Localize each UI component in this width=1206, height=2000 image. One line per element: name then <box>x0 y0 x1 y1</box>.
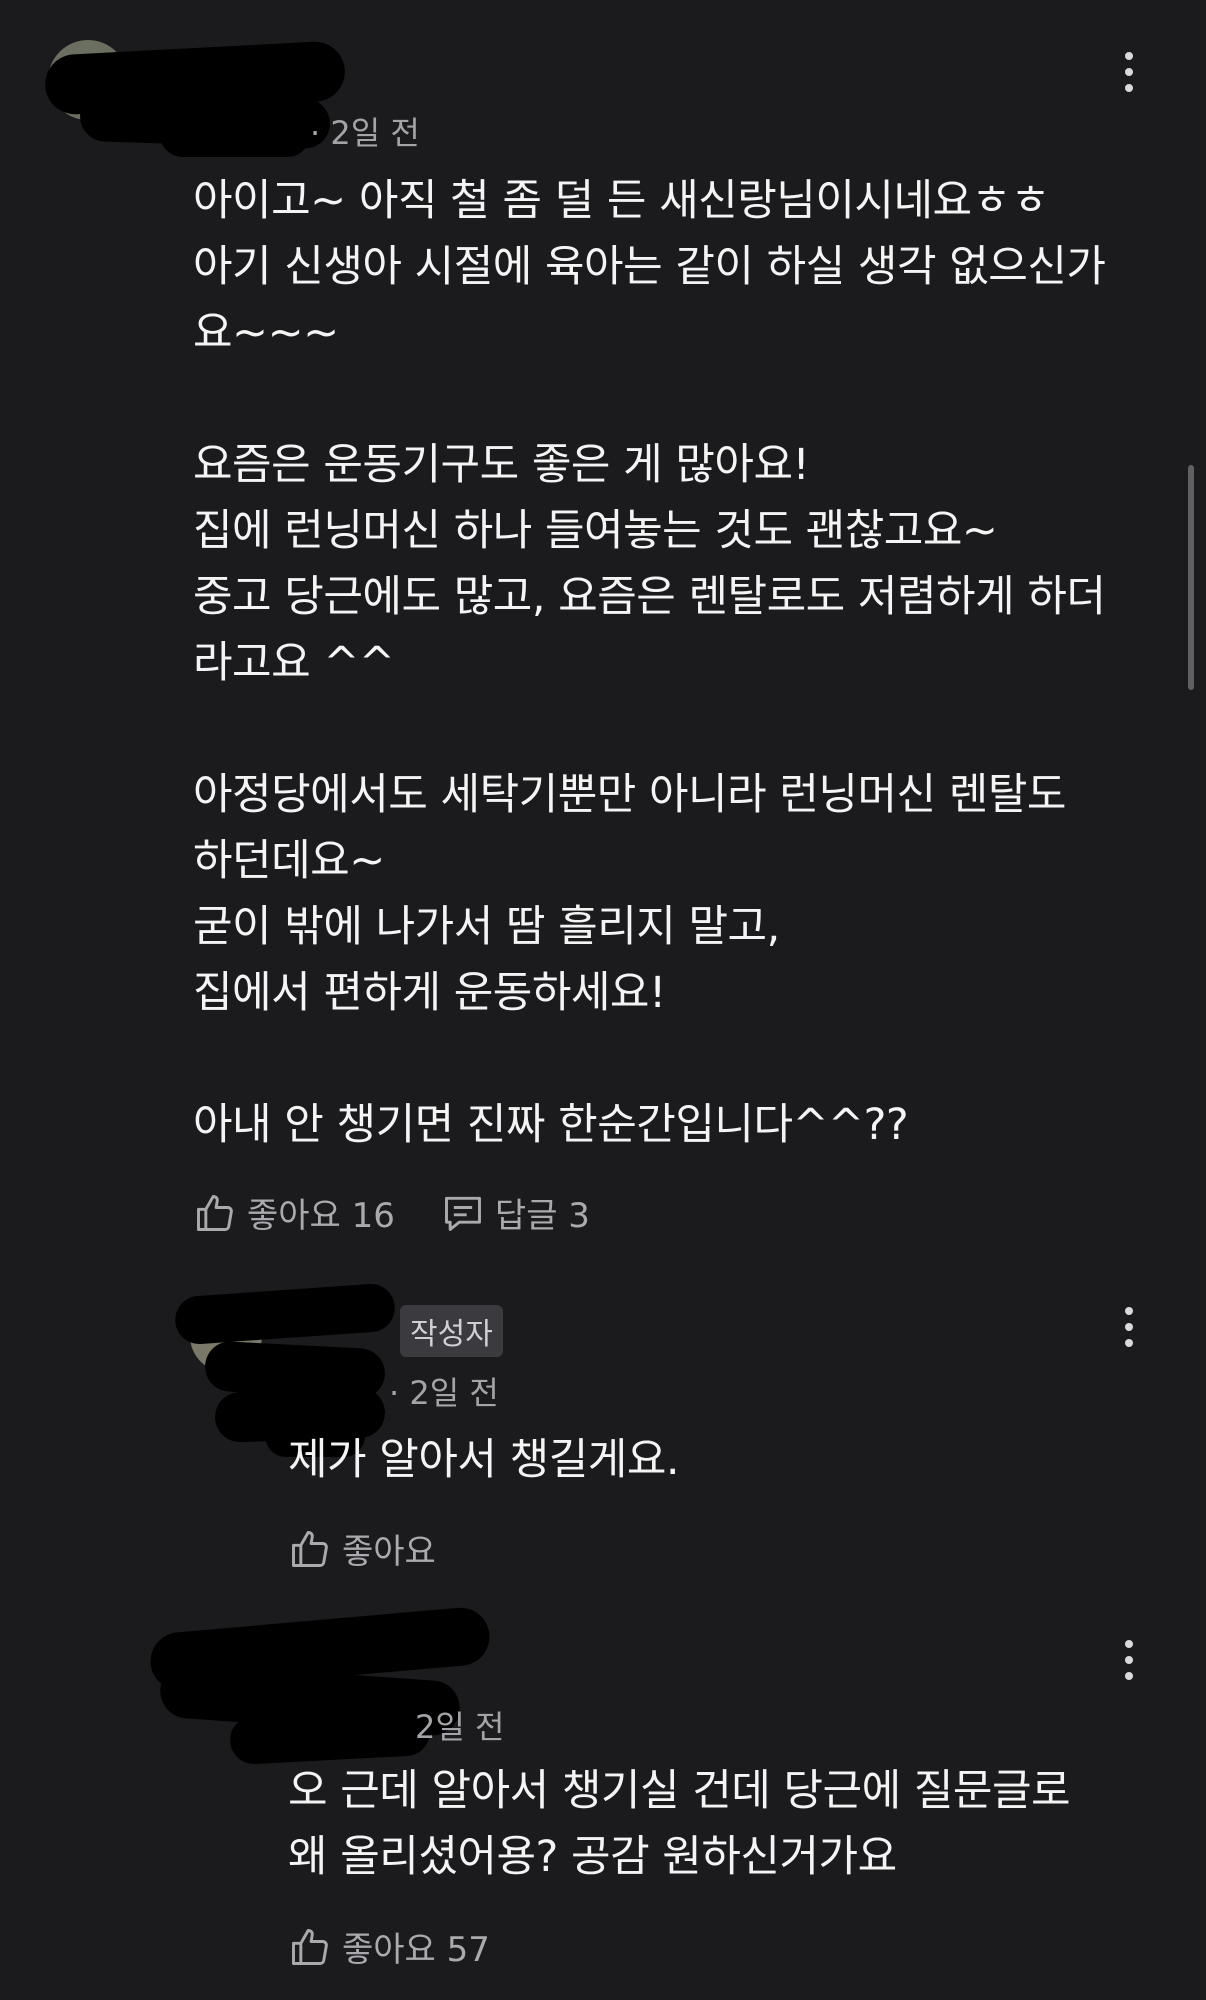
thumbs-up-icon <box>292 1928 328 1965</box>
author-badge: 작성자 <box>400 1305 503 1357</box>
comment-timestamp: · 2일 전 <box>389 1374 499 1412</box>
scrollbar[interactable] <box>1188 465 1194 690</box>
thumbs-up-icon <box>292 1530 328 1567</box>
comment-text: 아이고~ 아직 철 좀 덜 든 새신랑님이시네요ㅎㅎ 아기 신생아 시절에 육아… <box>193 176 1106 1150</box>
redacted-username <box>173 1282 397 1346</box>
more-vertical-icon <box>1125 1640 1133 1648</box>
more-options-button[interactable] <box>1109 1630 1149 1690</box>
like-label: 좋아요 57 <box>342 1930 490 1970</box>
like-label: 좋아요 16 <box>247 1196 395 1236</box>
reply-label: 답글 3 <box>494 1196 590 1236</box>
like-button[interactable]: 좋아요 16 <box>193 1188 395 1237</box>
comment-text: 제가 알아서 챙길게요. <box>288 1435 680 1485</box>
more-vertical-icon <box>1125 1307 1133 1315</box>
like-button[interactable]: 좋아요 <box>288 1524 436 1573</box>
comment-actions: 좋아요 <box>288 1524 482 1573</box>
more-vertical-icon <box>1125 52 1133 60</box>
like-label: 좋아요 <box>342 1532 436 1572</box>
comment-timestamp: · 2일 전 <box>310 114 420 152</box>
comment-text: 오 근데 알아서 챙기실 건데 당근에 질문글로 왜 올리셨어용? 공감 원하신… <box>288 1766 1071 1882</box>
comment-actions: 좋아요 16 답글 3 <box>193 1188 636 1237</box>
comment-timestamp: 2일 전 <box>415 1708 505 1746</box>
reply-icon <box>444 1196 481 1231</box>
comment-actions: 좋아요 57 <box>288 1922 536 1971</box>
more-options-button[interactable] <box>1109 1297 1149 1357</box>
reply-button[interactable]: 답글 3 <box>441 1188 590 1237</box>
like-button[interactable]: 좋아요 57 <box>288 1922 490 1971</box>
redacted-username <box>228 1706 432 1766</box>
redacted-username <box>160 112 310 157</box>
thumbs-up-icon <box>197 1194 233 1231</box>
more-options-button[interactable] <box>1109 42 1149 102</box>
